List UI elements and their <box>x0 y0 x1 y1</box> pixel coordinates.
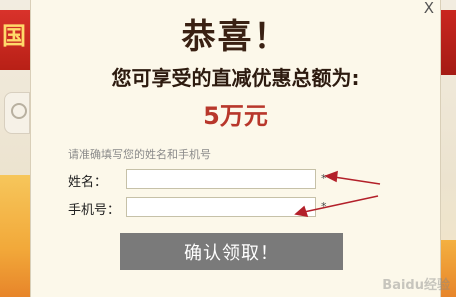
phone-input[interactable] <box>126 197 316 217</box>
name-input[interactable] <box>126 169 316 189</box>
form-hint: 请准确填写您的姓名和手机号 <box>68 148 211 161</box>
discount-amount: 5万元 <box>203 102 268 130</box>
dialog-subtitle: 您可享受的直减优惠总额为: <box>111 66 360 90</box>
name-label: 姓名： <box>68 175 108 190</box>
dialog-title: 恭喜！ <box>181 17 290 57</box>
baidu-watermark: Baidu经验 <box>382 278 450 293</box>
discount-dialog: X 恭喜！ 您可享受的直减优惠总额为: 5万元 请准确填写您的姓名和手机号 姓名… <box>30 0 441 297</box>
background-left-decoration <box>0 175 30 297</box>
name-required-mark: * <box>321 172 327 185</box>
background-right-banner <box>441 10 456 75</box>
background-avatar-icon <box>4 92 30 134</box>
background-banner-glyph: 国 <box>2 22 26 50</box>
confirm-claim-button[interactable]: 确认领取！ <box>120 233 343 270</box>
phone-required-mark: * <box>321 200 327 213</box>
background-left-banner: 国 <box>0 10 30 70</box>
phone-label: 手机号： <box>68 203 121 218</box>
close-button[interactable]: X <box>424 1 434 16</box>
